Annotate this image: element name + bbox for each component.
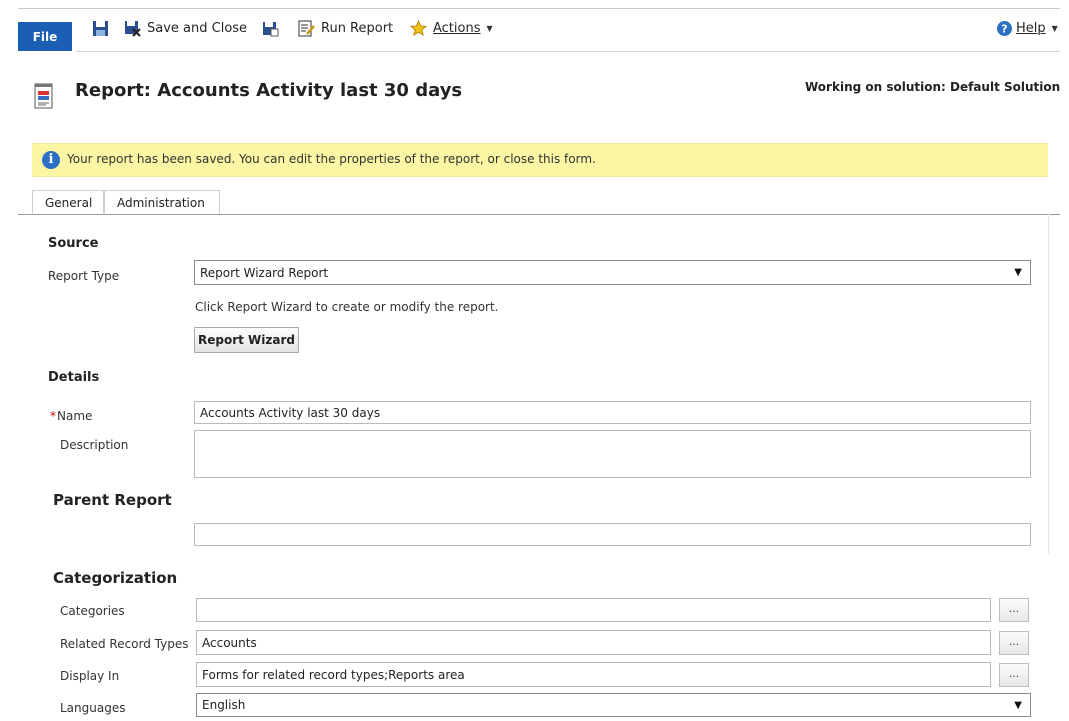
- chevron-down-icon: ▼: [1051, 23, 1058, 33]
- save-icon: [93, 20, 108, 36]
- notification-text: Your report has been saved. You can edit…: [67, 152, 596, 166]
- languages-select[interactable]: English ▼: [196, 693, 1031, 717]
- categories-field[interactable]: [196, 598, 991, 622]
- dropdown-arrow-icon: ▼: [1014, 267, 1022, 278]
- svg-text:?: ?: [1001, 22, 1007, 35]
- info-icon: i: [42, 151, 60, 169]
- save-close-icon: [125, 20, 141, 37]
- display-in-label: Display In: [60, 669, 120, 683]
- tab-bar-divider: [18, 214, 1060, 215]
- run-report-label: Run Report: [321, 20, 394, 36]
- categories-lookup-button[interactable]: ...: [999, 598, 1029, 622]
- help-icon: ?: [997, 20, 1012, 36]
- categories-label: Categories: [60, 604, 125, 618]
- tab-general[interactable]: General: [32, 190, 104, 214]
- report-wizard-hint: Click Report Wizard to create or modify …: [195, 300, 499, 314]
- page-title: Report: Accounts Activity last 30 days: [75, 80, 463, 101]
- save-and-close-label: Save and Close: [147, 20, 248, 36]
- dropdown-arrow-icon: ▼: [1014, 699, 1022, 711]
- save-new-button[interactable]: [262, 18, 279, 38]
- required-marker: *: [50, 409, 56, 423]
- description-field[interactable]: [194, 430, 1031, 478]
- report-type-label: Report Type: [48, 269, 120, 283]
- related-record-types-label: Related Record Types: [60, 637, 189, 651]
- related-record-types-field[interactable]: Accounts: [196, 630, 991, 655]
- name-label: *Name: [50, 409, 93, 423]
- run-report-icon: [298, 20, 315, 36]
- related-record-types-lookup-button[interactable]: ...: [999, 631, 1029, 655]
- actions-label: Actions: [433, 20, 481, 36]
- save-new-icon: [263, 21, 279, 36]
- help-label: Help: [1016, 20, 1046, 36]
- related-record-types-value: Accounts: [202, 635, 257, 650]
- section-categorization-heading: Categorization: [53, 569, 178, 587]
- parent-report-field[interactable]: [194, 523, 1031, 546]
- display-in-lookup-button[interactable]: ...: [999, 663, 1029, 687]
- section-parent-report-heading: Parent Report: [53, 491, 172, 509]
- actions-star-icon: [410, 19, 427, 36]
- report-type-value: Report Wizard Report: [200, 265, 329, 280]
- report-type-select[interactable]: Report Wizard Report ▼: [194, 260, 1031, 285]
- actions-menu-button[interactable]: Actions ▼: [410, 18, 493, 38]
- display-in-field[interactable]: Forms for related record types;Reports a…: [196, 662, 991, 687]
- report-icon: [34, 83, 53, 109]
- form-right-border: [1048, 214, 1049, 554]
- section-details-heading: Details: [48, 370, 100, 385]
- name-field[interactable]: Accounts Activity last 30 days: [194, 401, 1031, 424]
- tab-administration[interactable]: Administration: [104, 190, 220, 214]
- languages-value: English: [202, 698, 246, 712]
- section-source-heading: Source: [48, 236, 99, 251]
- display-in-value: Forms for related record types;Reports a…: [202, 667, 465, 682]
- run-report-button[interactable]: Run Report: [298, 18, 393, 38]
- report-wizard-button[interactable]: Report Wizard: [194, 327, 299, 353]
- help-button[interactable]: ? Help ▼: [996, 18, 1058, 38]
- file-button[interactable]: File: [18, 22, 72, 51]
- name-value: Accounts Activity last 30 days: [200, 405, 381, 420]
- toolbar-top-border: [18, 8, 1060, 9]
- chevron-down-icon: ▼: [486, 23, 493, 33]
- languages-label: Languages: [60, 701, 126, 715]
- description-label: Description: [60, 438, 129, 452]
- solution-label: Working on solution: Default Solution: [805, 80, 1061, 94]
- toolbar-divider: [76, 51, 1060, 52]
- save-button[interactable]: [92, 18, 109, 38]
- save-and-close-button[interactable]: Save and Close: [124, 18, 247, 38]
